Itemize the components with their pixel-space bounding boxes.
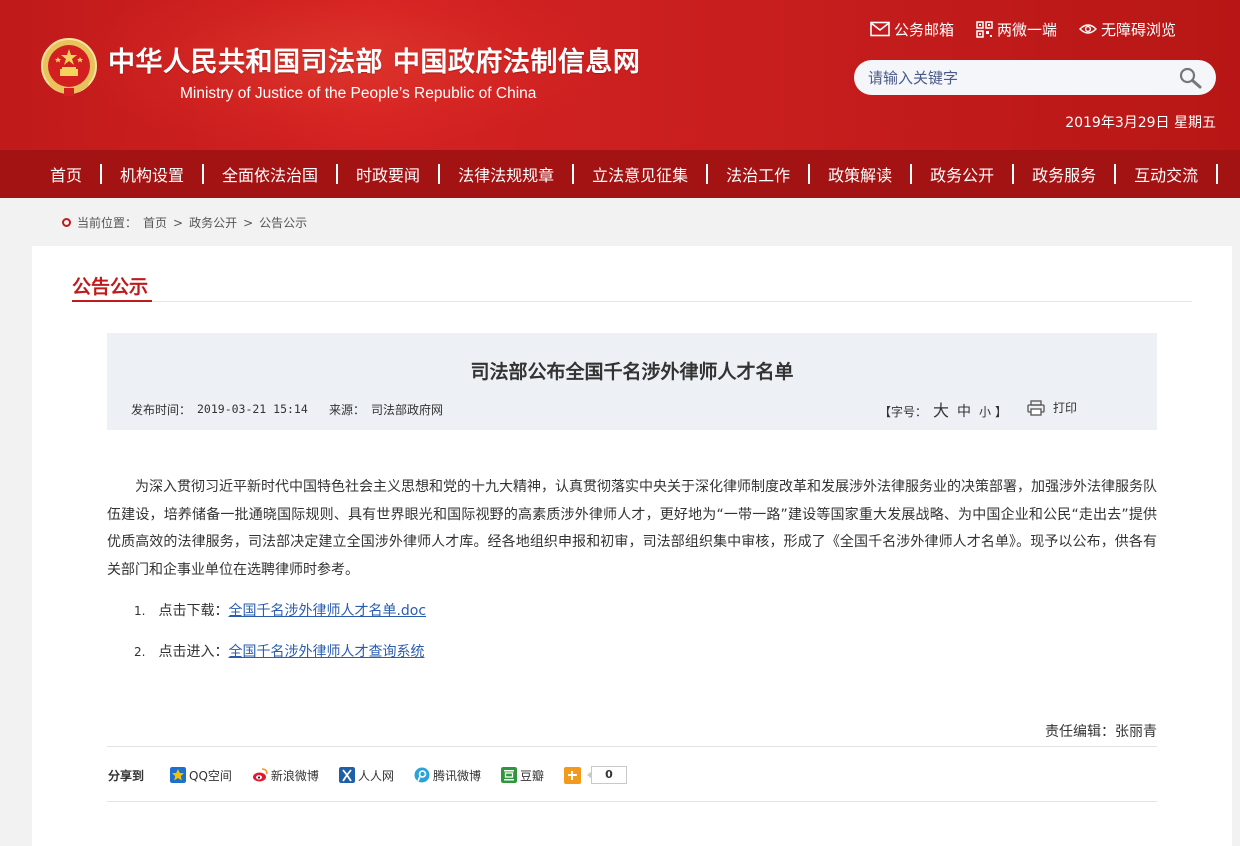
accessibility-label: 无障碍浏览 [1101, 20, 1177, 39]
nav-separator [1216, 164, 1219, 184]
main-nav: 首页 机构设置 全面依法治国 时政要闻 法律法规规章 立法意见征集 法治工作 政… [0, 150, 1240, 198]
nav-item-policy[interactable]: 政策解读 [810, 162, 910, 186]
breadcrumb-home[interactable]: 首页 [143, 214, 167, 231]
nav-item-legislation-comments[interactable]: 立法意见征集 [574, 162, 706, 186]
share-renren-label: 人人网 [357, 768, 394, 783]
share-tencent-weibo-button[interactable]: 腾讯微博 [414, 767, 481, 784]
query-list-item: 2. 点击进入：全国千名涉外律师人才查询系统 [134, 641, 424, 661]
mail-link-label: 公务邮箱 [894, 20, 955, 39]
eye-icon [1079, 24, 1098, 34]
search-box [854, 60, 1216, 95]
list-number: 2. [134, 645, 146, 659]
article-header: 司法部公布全国千名涉外律师人才名单 发布时间： 2019-03-21 15:14… [107, 333, 1157, 430]
font-size-small-button[interactable]: 小 [979, 403, 991, 420]
download-list-item: 1. 点击下载：全国千名涉外律师人才名单.doc [134, 600, 426, 620]
qzone-icon [170, 767, 187, 783]
nav-item-rule-of-law[interactable]: 全面依法治国 [204, 162, 336, 186]
renren-icon [338, 767, 355, 783]
breadcrumb-gov-affairs[interactable]: 政务公开 [189, 214, 237, 231]
nav-item-organization[interactable]: 机构设置 [102, 162, 202, 186]
nav-item-gov-services[interactable]: 政务服务 [1014, 162, 1114, 186]
font-size-large-button[interactable]: 大 [933, 397, 949, 421]
share-douban-label: 豆瓣 [519, 768, 544, 783]
nav-item-laws[interactable]: 法律法规规章 [440, 162, 572, 186]
responsible-editor: 责任编辑：张丽青 [1045, 724, 1157, 740]
share-douban-button[interactable]: 豆瓣 [500, 767, 544, 784]
douban-icon [500, 767, 517, 783]
current-date: 2019年3月29日 星期五 [1065, 115, 1216, 131]
list-number: 1. [134, 604, 146, 618]
accessibility-link[interactable]: 无障碍浏览 [1079, 19, 1176, 40]
source-label: 来源： [329, 403, 366, 417]
qrcode-icon [976, 20, 993, 38]
breadcrumb-separator: > [173, 215, 184, 230]
share-tencent-weibo-label: 腾讯微博 [432, 768, 481, 783]
breadcrumb-separator: > [243, 215, 254, 230]
font-size-open: 【字号： [879, 405, 928, 419]
wechat-weibo-app-label: 两微一端 [997, 20, 1058, 39]
nav-item-home[interactable]: 首页 [32, 162, 100, 186]
printer-icon [1027, 399, 1045, 416]
top-links: 公务邮箱 两微一端 无障碍浏览 [870, 18, 1176, 40]
tencent-weibo-icon [414, 767, 430, 783]
font-size-close: 】 [995, 405, 1008, 419]
section-title: 公告公示 [72, 276, 149, 298]
share-weibo-button[interactable]: 新浪微博 [252, 767, 319, 784]
print-button[interactable]: 打印 [1027, 399, 1077, 416]
site-subtitle: Ministry of Justice of the People’s Repu… [180, 85, 537, 102]
breadcrumb: 当前位置： 首页 > 政务公开 > 公告公示 [62, 214, 307, 231]
section-divider [72, 301, 1192, 302]
share-qzone-button[interactable]: QQ空间 [170, 767, 232, 784]
share-qzone-label: QQ空间 [189, 768, 232, 783]
nav-item-gov-affairs[interactable]: 政务公开 [912, 162, 1012, 186]
site-header: 中华人民共和国司法部 中国政府法制信息网 Ministry of Justice… [0, 0, 1240, 150]
mail-link[interactable]: 公务邮箱 [870, 19, 954, 40]
share-top-divider [107, 746, 1157, 747]
share-weibo-label: 新浪微博 [270, 768, 319, 783]
nav-item-interaction[interactable]: 互动交流 [1116, 162, 1216, 186]
source-value: 司法部政府网 [371, 403, 444, 417]
publish-time: 2019-03-21 15:14 [197, 402, 308, 416]
share-count: 0 [586, 766, 627, 784]
section-title-underline [72, 300, 152, 302]
share-bottom-divider [107, 801, 1157, 802]
breadcrumb-prefix: 当前位置： [77, 216, 138, 230]
font-size-switcher: 【字号： 大 中 小 】 [879, 397, 1007, 421]
search-input[interactable] [854, 62, 1164, 93]
share-bar: 分享到 QQ空间 新浪微博 人人网 腾讯微博 豆瓣 0 [108, 766, 627, 784]
nav-item-legal-work[interactable]: 法治工作 [708, 162, 808, 186]
search-icon[interactable] [1178, 66, 1202, 90]
national-emblem-icon [41, 38, 97, 96]
nav-item-news[interactable]: 时政要闻 [338, 162, 438, 186]
share-more-plus-icon[interactable] [563, 766, 581, 784]
content-panel: 公告公示 司法部公布全国千名涉外律师人才名单 发布时间： 2019-03-21 … [32, 246, 1232, 846]
query-system-link[interactable]: 全国千名涉外律师人才查询系统 [228, 644, 424, 660]
share-label: 分享到 [108, 768, 145, 783]
publish-time-label: 发布时间： [131, 403, 192, 417]
download-prefix: 点击下载： [158, 603, 229, 619]
share-renren-button[interactable]: 人人网 [338, 767, 394, 784]
article-body: 为深入贯彻习近平新时代中国特色社会主义思想和党的十九大精神，认真贯彻落实中央关于… [107, 479, 1157, 578]
mail-icon [870, 21, 890, 37]
location-dot-icon [62, 218, 71, 227]
print-label: 打印 [1053, 401, 1078, 415]
wechat-weibo-app-link[interactable]: 两微一端 [976, 19, 1057, 40]
query-prefix: 点击进入： [158, 644, 229, 660]
font-size-medium-button[interactable]: 中 [957, 401, 971, 421]
download-doc-link[interactable]: 全国千名涉外律师人才名单.doc [228, 603, 426, 619]
article-title: 司法部公布全国千名涉外律师人才名单 [470, 361, 794, 383]
site-title: 中华人民共和国司法部 中国政府法制信息网 [108, 47, 641, 78]
sina-weibo-icon [252, 768, 268, 782]
breadcrumb-announcements[interactable]: 公告公示 [259, 214, 307, 231]
